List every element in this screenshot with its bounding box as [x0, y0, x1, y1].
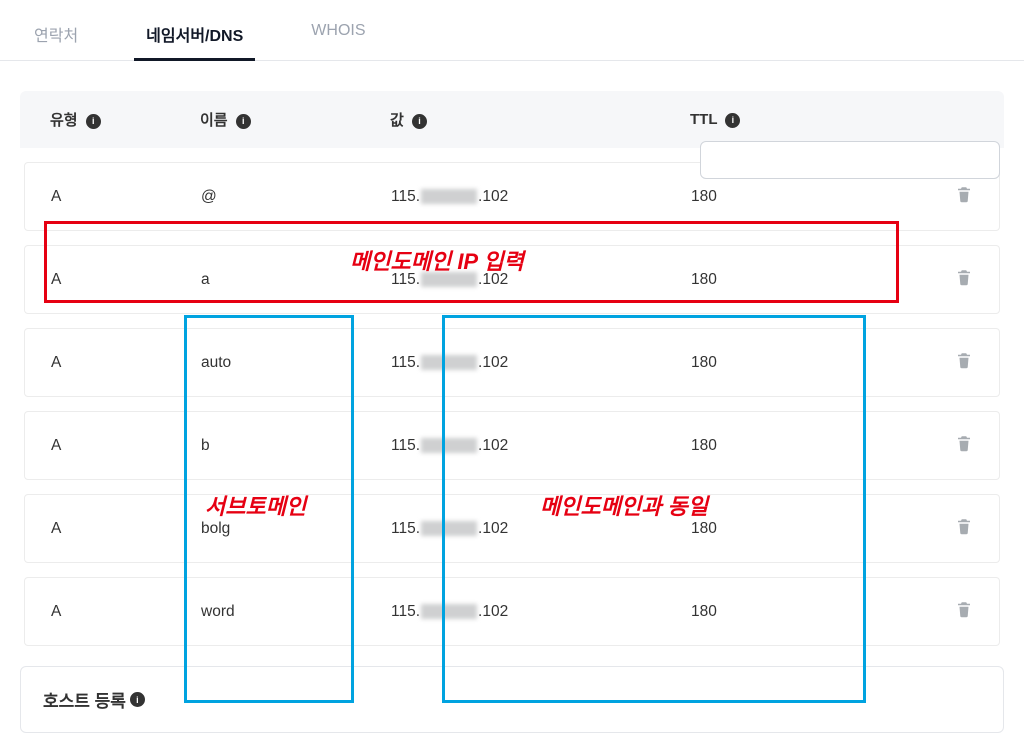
cell-name: bolg [201, 520, 391, 538]
info-icon[interactable]: i [412, 114, 427, 129]
host-registration-title: 호스트 등록 [43, 687, 126, 712]
cell-type: A [51, 603, 201, 621]
cell-name: auto [201, 354, 391, 372]
delete-button[interactable] [955, 517, 973, 535]
table-row[interactable]: A auto 115..102 180 [24, 328, 1000, 397]
cell-ttl: 180 [691, 271, 891, 289]
cell-name: a [201, 271, 391, 289]
table-row[interactable]: A b 115..102 180 [24, 411, 1000, 480]
info-icon[interactable]: i [130, 692, 145, 707]
info-icon[interactable]: i [236, 114, 251, 129]
delete-button[interactable] [955, 351, 973, 369]
delete-button[interactable] [955, 434, 973, 452]
header-ttl: TTL [690, 111, 717, 128]
cell-name: @ [201, 188, 391, 206]
table-row[interactable]: A a 115..102 180 [24, 245, 1000, 314]
cell-name: b [201, 437, 391, 455]
cell-value: 115..102 [391, 520, 691, 538]
cell-name: word [201, 603, 391, 621]
cell-ttl: 180 [691, 354, 891, 372]
cell-value: 115..102 [391, 271, 691, 289]
search-input[interactable] [700, 141, 1000, 179]
table-row[interactable]: A bolg 115..102 180 [24, 494, 1000, 563]
cell-ttl: 180 [691, 188, 891, 206]
cell-value: 115..102 [391, 437, 691, 455]
tab-dns[interactable]: 네임서버/DNS [142, 12, 247, 60]
cell-type: A [51, 520, 201, 538]
cell-value: 115..102 [391, 354, 691, 372]
cell-ttl: 180 [691, 603, 891, 621]
cell-ttl: 180 [691, 437, 891, 455]
records-table-header: 유형 i 이름 i 값 i TTL i [20, 91, 1004, 148]
dns-panel: 유형 i 이름 i 값 i TTL i A @ 115..102 180 [0, 91, 1024, 753]
host-registration-panel: 호스트 등록 i [20, 666, 1004, 733]
delete-button[interactable] [955, 268, 973, 286]
info-icon[interactable]: i [86, 114, 101, 129]
delete-button[interactable] [955, 185, 973, 203]
cell-type: A [51, 271, 201, 289]
cell-type: A [51, 188, 201, 206]
tab-whois[interactable]: WHOIS [307, 12, 369, 60]
cell-type: A [51, 354, 201, 372]
header-value: 값 [390, 112, 404, 129]
table-row[interactable]: A word 115..102 180 [24, 577, 1000, 646]
info-icon[interactable]: i [725, 113, 740, 128]
header-name: 이름 [200, 112, 228, 129]
tabs: 연락처 네임서버/DNS WHOIS [0, 0, 1024, 61]
records-table-body: A @ 115..102 180 A a 115..102 180 [20, 162, 1004, 646]
tab-contact[interactable]: 연락처 [30, 12, 82, 60]
delete-button[interactable] [955, 600, 973, 618]
cell-value: 115..102 [391, 188, 691, 206]
header-type: 유형 [50, 112, 78, 129]
cell-value: 115..102 [391, 603, 691, 621]
cell-ttl: 180 [691, 520, 891, 538]
cell-type: A [51, 437, 201, 455]
